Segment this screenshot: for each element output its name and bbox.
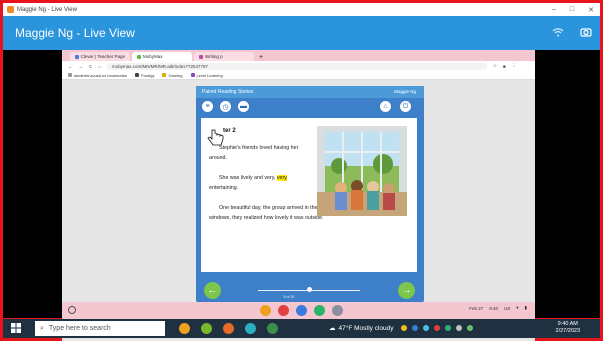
reading-app: Paired Reading Stories Maggie Ng ≡ ◷ ▬ ⌂… — [196, 86, 424, 303]
previous-page-button[interactable]: ← — [204, 282, 221, 299]
menu-icon[interactable]: ≡ — [202, 101, 213, 112]
reload-icon[interactable]: C — [89, 64, 92, 69]
window-controls: – □ ✕ — [552, 3, 594, 16]
bookmarks-bar: students.avusd.us bookmarks Prodigy Gami… — [62, 71, 535, 80]
home-icon[interactable]: ⌂ — [98, 64, 101, 69]
tab-writing[interactable]: Writing p — [194, 52, 254, 61]
tray-icon[interactable] — [445, 325, 451, 331]
reader-header: Paired Reading Stories Maggie Ng — [196, 86, 424, 98]
camera-icon[interactable] — [580, 26, 592, 38]
minimize-button[interactable]: – — [552, 6, 556, 13]
page-slider-thumb[interactable] — [306, 287, 312, 292]
battery-icon: ▮ — [524, 305, 527, 310]
play-store-shelf-icon[interactable] — [314, 305, 325, 316]
tray-icon[interactable] — [401, 325, 407, 331]
story-illustration — [317, 126, 407, 216]
close-button[interactable]: ✕ — [588, 6, 594, 14]
tray-icon[interactable] — [434, 325, 440, 331]
highlighted-word[interactable]: very — [276, 175, 287, 181]
tray-icon[interactable] — [412, 325, 418, 331]
edge-taskbar-icon[interactable] — [245, 323, 256, 334]
chrome-taskbar-icon[interactable] — [179, 323, 190, 334]
tray-icon[interactable] — [467, 325, 473, 331]
story-page: ter 2 Stephie's friends loved having her… — [201, 118, 417, 272]
shelf-time: 9:40 — [489, 305, 498, 311]
tray-icon[interactable] — [456, 325, 462, 331]
home-icon[interactable]: ⌂ — [380, 101, 391, 112]
launcher-icon[interactable] — [68, 306, 76, 314]
windows-start-icon[interactable] — [11, 323, 21, 333]
tab-strip: Clever | Teacher Page MobyMax Writing p … — [62, 50, 535, 61]
story-paragraph: She was lively and very, very entertaini… — [209, 175, 287, 191]
window-titlebar: Maggie Ng - Live View – □ ✕ — [3, 3, 600, 16]
app-header: Maggie Ng - Live View — [3, 16, 600, 50]
hand-cursor-icon — [207, 129, 224, 146]
chromeos-shelf: Feb 27 9:40 US ▾ ▮ — [62, 302, 535, 319]
search-icon: ⌕ — [40, 324, 44, 332]
tab-clever[interactable]: Clever | Teacher Page — [70, 52, 130, 61]
gmail-shelf-icon[interactable] — [278, 305, 289, 316]
taskbar-clock[interactable]: 9:40 AM 2/27/2023 — [556, 321, 580, 335]
taskbar-search-input[interactable]: ⌕ Type here to search — [35, 321, 165, 336]
taskbar-date: 2/27/2023 — [555, 328, 580, 334]
bookmark-students[interactable]: students.avusd.us bookmarks — [68, 73, 127, 78]
mobymax-favicon — [137, 54, 141, 59]
wifi-icon: ▾ — [516, 305, 519, 310]
docs-shelf-icon[interactable] — [296, 305, 307, 316]
app-icon — [7, 6, 14, 13]
app-header-title: Maggie Ng - Live View — [15, 26, 135, 40]
app-taskbar-icon[interactable] — [201, 323, 212, 334]
bookmark-gaming[interactable]: Gaming — [162, 73, 183, 78]
settings-shelf-icon[interactable] — [332, 305, 343, 316]
writing-favicon — [199, 54, 203, 59]
maximize-button[interactable]: □ — [570, 6, 574, 13]
tray-icon[interactable] — [423, 325, 429, 331]
extensions-icon[interactable]: ■ — [503, 64, 506, 69]
chrome-alt-taskbar-icon[interactable] — [267, 323, 278, 334]
timer-icon[interactable]: ◷ — [220, 101, 231, 112]
bookmark-prodigy[interactable]: Prodigy — [134, 73, 154, 78]
next-page-button[interactable]: → — [398, 282, 415, 299]
new-tab-button[interactable]: + — [256, 54, 266, 61]
page-counter: 8 of 15 — [283, 295, 295, 299]
video-icon[interactable]: ▬ — [238, 101, 249, 112]
power-icon[interactable]: ⏻ — [400, 101, 411, 112]
reader-navigation: ← 8 of 15 → — [196, 273, 424, 303]
tab-mobymax[interactable]: MobyMax — [132, 52, 192, 61]
url-bar: ← → C ⌂ mobymax.com/MN/MR/MR.aib/Index?7… — [62, 61, 535, 71]
shelf-date: Feb 27 — [469, 305, 484, 311]
menu-icon[interactable]: ⋮ — [512, 63, 517, 69]
windows-taskbar: ⌕ Type here to search ☁ 47°F Mostly clou… — [3, 319, 600, 338]
address-input[interactable]: mobymax.com/MN/MR/MR.aib/Index?72547787 — [106, 62, 487, 70]
window-title: Maggie Ng - Live View — [17, 6, 77, 13]
firefox-taskbar-icon[interactable] — [223, 323, 234, 334]
cloud-icon: ☁ — [329, 325, 336, 332]
star-icon[interactable]: ☆ — [493, 63, 497, 69]
taskbar-time: 9:40 AM — [557, 321, 578, 327]
reader-user-name: Maggie Ng — [394, 89, 416, 94]
forward-icon[interactable]: → — [79, 64, 84, 69]
back-icon[interactable]: ← — [68, 64, 73, 69]
weather-widget[interactable]: ☁ 47°F Mostly cloudy — [329, 324, 393, 333]
system-tray[interactable] — [401, 325, 473, 331]
chrome-shelf-icon[interactable] — [260, 305, 271, 316]
bookmark-level-learning[interactable]: Level Learning — [190, 73, 223, 78]
wifi-icon[interactable] — [552, 26, 564, 38]
shelf-status-tray[interactable]: Feb 27 9:40 US ▾ ▮ — [469, 305, 527, 311]
clever-favicon — [75, 54, 79, 59]
shelf-region: US — [503, 305, 511, 311]
